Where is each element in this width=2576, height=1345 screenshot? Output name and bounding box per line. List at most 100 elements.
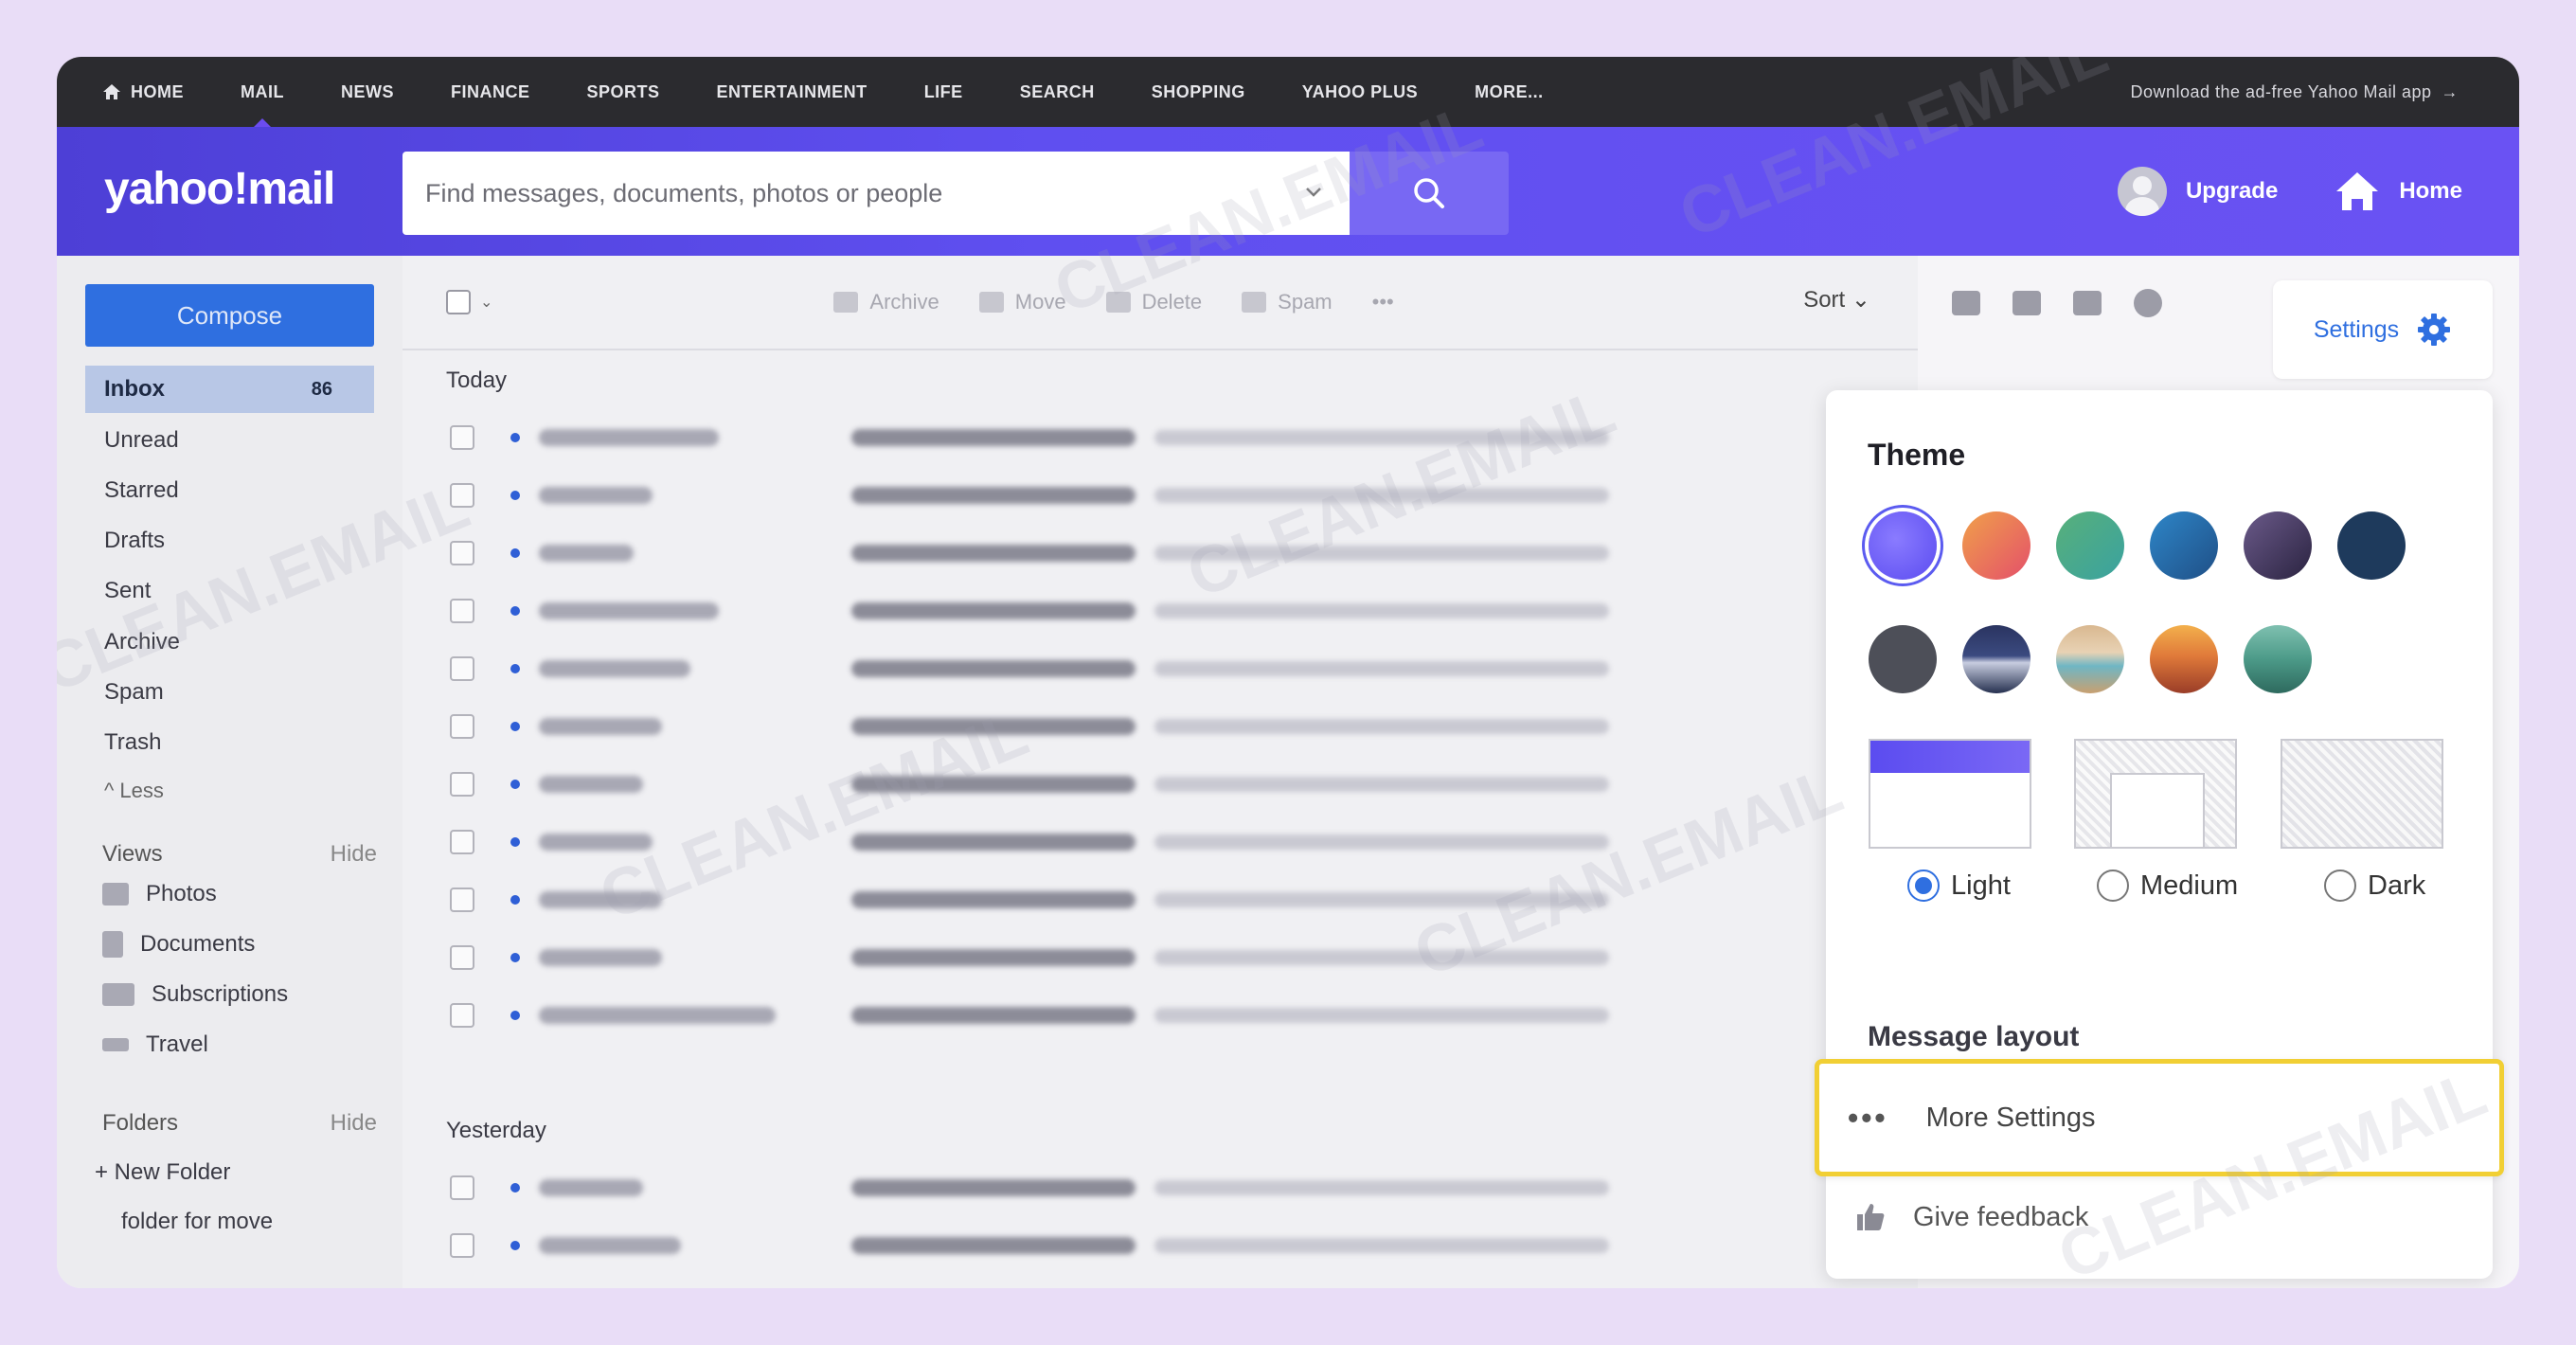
mode-preview-dark[interactable] <box>2281 739 2443 849</box>
checkbox[interactable] <box>450 887 474 912</box>
checkbox[interactable] <box>450 1232 474 1258</box>
checkbox[interactable] <box>450 540 474 565</box>
notepad-icon[interactable] <box>2073 291 2102 315</box>
sort-dropdown[interactable]: Sort ⌄ <box>1803 286 1870 314</box>
checkbox[interactable] <box>450 829 474 854</box>
nav-mail[interactable]: MAIL <box>241 57 284 127</box>
sidebar-item-trash[interactable]: Trash <box>85 719 374 766</box>
table-row[interactable] <box>440 755 1918 813</box>
table-row[interactable] <box>440 524 1918 582</box>
sidebar-item-drafts[interactable]: Drafts <box>85 517 374 565</box>
theme-swatch-beach[interactable] <box>2056 625 2124 693</box>
folders-hide-toggle[interactable]: Hide <box>331 1110 377 1137</box>
checkbox[interactable] <box>450 598 474 623</box>
calendar-icon[interactable] <box>2012 291 2041 315</box>
checkbox[interactable] <box>446 290 471 314</box>
theme-swatch-forest[interactable] <box>2244 625 2312 693</box>
table-row[interactable] <box>440 813 1918 870</box>
nav-sports[interactable]: SPORTS <box>587 57 660 127</box>
nav-entertainment[interactable]: ENTERTAINMENT <box>717 57 868 127</box>
sidebar-less-toggle[interactable]: ^ Less <box>85 767 374 815</box>
settings-button[interactable]: Settings <box>2273 280 2493 379</box>
nav-finance[interactable]: FINANCE <box>451 57 530 127</box>
nav-shopping[interactable]: SHOPPING <box>1152 57 1245 127</box>
sidebar-item-folder[interactable]: folder for move <box>121 1209 273 1235</box>
chevron-down-icon[interactable] <box>1302 180 1325 203</box>
theme-swatch-purple[interactable] <box>1869 511 1937 580</box>
move-button[interactable]: Move <box>978 290 1066 314</box>
theme-swatch-charcoal[interactable] <box>1869 625 1937 693</box>
table-row[interactable] <box>440 639 1918 697</box>
nav-yahoo-plus[interactable]: YAHOO PLUS <box>1302 57 1418 127</box>
help-icon[interactable] <box>2134 289 2162 317</box>
spam-button[interactable]: Spam <box>1242 290 1333 314</box>
checkbox[interactable] <box>450 424 474 450</box>
radio-button[interactable] <box>2324 870 2356 902</box>
mode-radio-dark[interactable]: Dark <box>2324 870 2425 902</box>
checkbox[interactable] <box>450 713 474 739</box>
select-all-checkbox[interactable]: ⌄ <box>446 290 492 314</box>
table-row[interactable] <box>440 582 1918 639</box>
search-button[interactable] <box>1350 152 1509 235</box>
sidebar-item-documents[interactable]: Documents <box>102 931 255 958</box>
table-row[interactable] <box>440 1216 1918 1274</box>
theme-swatch-green[interactable] <box>2056 511 2124 580</box>
nav-search[interactable]: SEARCH <box>1020 57 1095 127</box>
table-row[interactable] <box>440 697 1918 755</box>
sidebar-item-travel[interactable]: Travel <box>102 1031 208 1058</box>
search-input[interactable]: Find messages, documents, photos or peop… <box>402 152 1350 235</box>
radio-button[interactable] <box>2097 870 2129 902</box>
message-layout-title: Message layout <box>1868 1021 2080 1052</box>
theme-swatch-mountain[interactable] <box>1962 625 2030 693</box>
mode-preview-light[interactable] <box>1869 739 2031 849</box>
theme-swatch-sunset[interactable] <box>1962 511 2030 580</box>
checkbox[interactable] <box>450 771 474 797</box>
yahoo-mail-logo[interactable]: yahoo!mail <box>104 163 335 215</box>
chevron-down-icon[interactable]: ⌄ <box>480 293 492 312</box>
radio-button[interactable] <box>1907 870 1940 902</box>
sidebar-item-spam[interactable]: Spam <box>85 669 374 716</box>
table-row[interactable] <box>440 1158 1918 1216</box>
checkbox[interactable] <box>450 655 474 681</box>
sidebar-item-label: Sent <box>104 578 152 603</box>
nav-home[interactable]: HOME <box>102 57 184 127</box>
mode-preview-medium[interactable] <box>2074 739 2237 849</box>
table-row[interactable] <box>440 986 1918 1044</box>
nav-news[interactable]: NEWS <box>341 57 394 127</box>
nav-more[interactable]: MORE... <box>1475 57 1544 127</box>
sidebar-item-unread[interactable]: Unread <box>85 417 374 464</box>
archive-button[interactable]: Archive <box>833 290 939 314</box>
home-button[interactable]: Home <box>2334 170 2462 212</box>
theme-swatch-desert[interactable] <box>2150 625 2218 693</box>
nav-life[interactable]: LIFE <box>924 57 963 127</box>
theme-swatch-dusk[interactable] <box>2244 511 2312 580</box>
compose-button[interactable]: Compose <box>85 284 374 347</box>
new-folder-button[interactable]: + New Folder <box>95 1159 230 1186</box>
mode-radio-light[interactable]: Light <box>1907 870 2011 902</box>
checkbox[interactable] <box>450 482 474 508</box>
delete-button[interactable]: Delete <box>1105 290 1202 314</box>
download-app-link[interactable]: Download the ad-free Yahoo Mail app → <box>2130 57 2459 127</box>
more-actions-button[interactable]: ••• <box>1372 290 1394 314</box>
table-row[interactable] <box>440 870 1918 928</box>
table-row[interactable] <box>440 466 1918 524</box>
contacts-icon[interactable] <box>1952 291 1980 315</box>
checkbox[interactable] <box>450 944 474 970</box>
theme-swatch-blue[interactable] <box>2150 511 2218 580</box>
table-row[interactable] <box>440 928 1918 986</box>
checkbox[interactable] <box>450 1002 474 1028</box>
views-hide-toggle[interactable]: Hide <box>331 841 377 868</box>
sidebar-item-archive[interactable]: Archive <box>85 619 374 666</box>
sidebar-item-subscriptions[interactable]: Subscriptions <box>102 981 288 1008</box>
sidebar-item-photos[interactable]: Photos <box>102 881 217 907</box>
checkbox[interactable] <box>450 1175 474 1200</box>
more-settings-button[interactable]: ••• More Settings <box>1815 1059 2504 1176</box>
table-row[interactable] <box>440 408 1918 466</box>
upgrade-button[interactable]: Upgrade <box>2117 167 2278 216</box>
give-feedback-button[interactable]: Give feedback <box>1854 1201 2088 1233</box>
sidebar-item-starred[interactable]: Starred <box>85 467 374 514</box>
sidebar-item-sent[interactable]: Sent <box>85 567 374 615</box>
theme-swatch-navy[interactable] <box>2337 511 2406 580</box>
sidebar-item-inbox[interactable]: Inbox 86 <box>85 366 374 413</box>
mode-radio-medium[interactable]: Medium <box>2097 870 2238 902</box>
